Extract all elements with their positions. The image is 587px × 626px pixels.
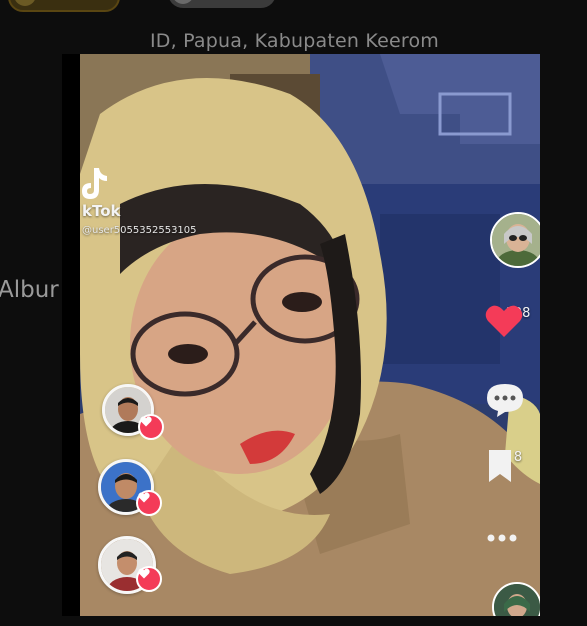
live-heart-badge — [136, 490, 162, 516]
scene-illustration — [80, 54, 540, 616]
save-action[interactable]: 8 — [485, 448, 540, 482]
tiktok-logo-icon — [82, 168, 107, 199]
tiktok-brand-text: kTok — [82, 202, 121, 220]
album-label[interactable]: Albur — [0, 277, 59, 303]
creator-avatar[interactable] — [490, 212, 540, 268]
photo-viewer: ID, Papua, Kabupaten Keerom Albur kTok @… — [0, 0, 587, 626]
heart-icon — [138, 492, 150, 503]
location-caption: ID, Papua, Kabupaten Keerom — [150, 30, 439, 52]
toggle-knob — [172, 0, 194, 4]
video-screenshot[interactable]: kTok @user5055352553105 128 — [80, 54, 540, 616]
live-heart-badge — [136, 566, 162, 592]
heart-icon — [485, 305, 523, 337]
toggle-right[interactable] — [168, 0, 276, 8]
comment-bubble-icon — [487, 384, 523, 417]
photo-frame: kTok @user5055352553105 128 — [62, 54, 540, 616]
music-disc[interactable] — [492, 582, 540, 616]
creator-avatar-image — [492, 214, 540, 266]
toggle-knob — [14, 0, 36, 6]
toggle-left[interactable] — [8, 0, 120, 12]
heart-icon — [140, 416, 152, 427]
tiktok-username: @user5055352553105 — [82, 225, 197, 236]
more-dots-icon — [487, 534, 517, 542]
bookmark-icon — [489, 450, 511, 482]
like-action[interactable]: 128 — [485, 304, 540, 337]
music-disc-icon — [494, 584, 540, 616]
heart-icon — [138, 568, 150, 579]
live-heart-badge — [138, 414, 164, 440]
